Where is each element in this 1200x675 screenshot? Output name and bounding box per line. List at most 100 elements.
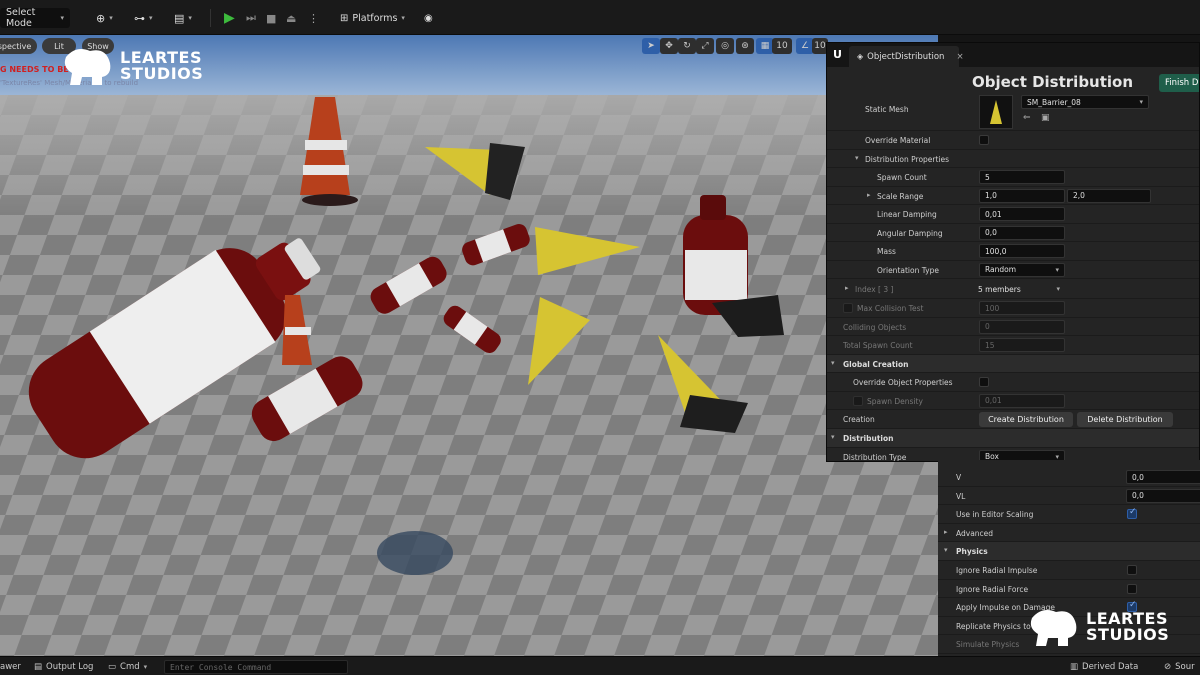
cinematics-button[interactable]: ▤ ▾ xyxy=(168,8,198,28)
grid-snap-value[interactable]: 10 xyxy=(772,38,792,54)
toolbar-divider xyxy=(210,9,211,27)
stop-icon: ■ xyxy=(266,11,277,25)
expand-right-icon[interactable]: ▸ xyxy=(867,191,871,199)
blueprint-button[interactable]: ⊶ ▾ xyxy=(128,8,159,28)
ignore-radial-force-checkbox[interactable] xyxy=(1127,583,1137,594)
select-mode-label: Select Mode xyxy=(6,7,36,29)
max-collision-row: Max Collision Test 100 xyxy=(827,299,1199,318)
derived-data-button[interactable]: ▥ Derived Data xyxy=(1070,660,1138,674)
v-label: V xyxy=(956,473,962,482)
surface-snap-icon[interactable]: ⊛ xyxy=(736,38,754,54)
scale-tool-icon[interactable]: ⤢ xyxy=(696,38,714,54)
total-spawn-row: Total Spawn Count 15 xyxy=(827,336,1199,355)
ignore-radial-force-label: Ignore Radial Force xyxy=(956,584,1029,594)
index-label: Index [ 3 ] xyxy=(855,285,894,294)
mass-row: Mass 100,0 xyxy=(827,242,1199,261)
physics-label: Physics xyxy=(956,547,988,557)
chevron-down-icon: ▾ xyxy=(188,14,192,22)
index-row[interactable]: ▸ Index [ 3 ] 5 members ▾ xyxy=(827,280,1199,299)
scale-max-input[interactable]: 2,0 xyxy=(1067,188,1151,203)
editor-scaling-checkbox[interactable] xyxy=(1127,507,1137,520)
lion-logo-icon xyxy=(1030,610,1077,646)
angular-damping-input[interactable]: 0,0 xyxy=(979,225,1065,240)
world-space-icon[interactable]: ◎ xyxy=(716,38,734,54)
close-icon[interactable]: × xyxy=(956,52,963,62)
mass-label: Mass xyxy=(877,247,896,256)
angular-damping-label: Angular Damping xyxy=(877,228,943,238)
platforms-label: Platforms xyxy=(352,12,398,24)
linear-damping-input[interactable]: 0,01 xyxy=(979,207,1065,221)
derived-data-label: Derived Data xyxy=(1082,662,1139,672)
max-collision-checkbox[interactable] xyxy=(843,303,853,313)
static-mesh-row: Static Mesh SM_Barrier_08 ▾ ⇐ ▣ xyxy=(827,93,1199,131)
use-selected-icon[interactable]: ⇐ xyxy=(1023,113,1031,123)
override-material-checkbox[interactable] xyxy=(979,135,989,145)
logo-line-2: STUDIOS xyxy=(120,64,204,83)
select-tool-icon[interactable]: ➤ xyxy=(642,38,660,54)
browse-icon[interactable]: ▣ xyxy=(1041,113,1050,123)
tab-object-distribution[interactable]: ◈ ObjectDistribution × xyxy=(849,46,964,67)
console-input[interactable]: Enter Console Command xyxy=(164,660,348,674)
mesh-thumbnail[interactable] xyxy=(979,95,1013,129)
replicate-physics-label: Replicate Physics to A xyxy=(956,621,1039,631)
select-mode-dropdown[interactable]: Select Mode ▾ xyxy=(0,7,70,29)
static-mesh-dropdown[interactable]: SM_Barrier_08 ▾ xyxy=(1021,95,1149,109)
vl-input[interactable]: 0,0 xyxy=(1126,488,1200,503)
simulate-physics-label: Simulate Physics xyxy=(956,640,1020,650)
orientation-type-dropdown[interactable]: Random ▾ xyxy=(979,262,1065,277)
cmd-dropdown[interactable]: ▭ Cmd ▾ xyxy=(108,660,147,674)
source-control-button[interactable]: ⊘ Sour xyxy=(1164,660,1195,674)
delete-distribution-button[interactable]: Delete Distribution xyxy=(1077,412,1173,427)
v-input[interactable]: 0,0 xyxy=(1126,470,1200,484)
chevron-down-icon: ▾ xyxy=(149,14,153,22)
ignore-radial-impulse-checkbox[interactable] xyxy=(1127,565,1137,575)
clapper-icon: ▤ xyxy=(174,11,185,25)
play-button[interactable]: ▶ xyxy=(218,8,241,28)
override-material-row: Override Material xyxy=(827,131,1199,150)
spawn-density-checkbox[interactable] xyxy=(853,395,863,406)
output-log-label: Output Log xyxy=(46,662,94,672)
mass-input[interactable]: 100,0 xyxy=(979,244,1065,258)
platforms-dropdown[interactable]: ⊞ Platforms ▾ xyxy=(334,8,411,28)
orientation-type-row: Orientation Type Random ▾ xyxy=(827,261,1199,279)
settings-button[interactable]: ◉ xyxy=(418,8,439,28)
linear-damping-row: Linear Damping 0,01 xyxy=(827,205,1199,224)
spawn-density-input[interactable]: 0,01 xyxy=(979,393,1065,408)
chevron-down-icon: ▾ xyxy=(60,14,64,22)
advance-frame-button[interactable]: ⏭ xyxy=(240,8,262,28)
play-options-button[interactable]: ⋮ xyxy=(302,8,325,28)
perspective-label: spective xyxy=(0,41,32,51)
spawn-count-input[interactable]: 5 xyxy=(979,170,1065,184)
distribution-properties-row[interactable]: ▾ Distribution Properties xyxy=(827,150,1199,168)
vl-label: VL xyxy=(956,491,966,501)
content-drawer-button[interactable]: awer xyxy=(0,660,21,674)
add-actor-button[interactable]: ⊕ ▾ xyxy=(90,8,119,28)
editor-scaling-row: Use in Editor Scaling xyxy=(938,505,1200,524)
creation-row: Creation Create Distribution Delete Dist… xyxy=(827,410,1199,429)
distribution-properties-label: Distribution Properties xyxy=(865,154,950,164)
rotate-tool-icon[interactable]: ↻ xyxy=(678,38,696,54)
vl-row: VL 0,0 xyxy=(938,487,1200,506)
index-members-dropdown[interactable]: 5 members ▾ xyxy=(973,282,1065,296)
eject-button[interactable]: ⏏ xyxy=(280,8,302,28)
leartes-logo-bottom: LEARTES STUDIOS xyxy=(1028,606,1169,648)
source-control-label: Sour xyxy=(1175,662,1195,672)
physics-section[interactable]: ▾ Physics xyxy=(938,542,1200,561)
perspective-button[interactable]: spective xyxy=(0,38,37,54)
finish-distribution-button[interactable]: Finish Distribution xyxy=(1159,74,1199,92)
distribution-label: Distribution xyxy=(843,434,894,443)
content-drawer-label: awer xyxy=(0,662,21,672)
create-distribution-button[interactable]: Create Distribution xyxy=(979,412,1073,427)
advanced-row[interactable]: ▸ Advanced xyxy=(938,524,1200,543)
output-log-button[interactable]: ▤ Output Log xyxy=(34,660,93,674)
level-viewport[interactable]: spective Lit Show G NEEDS TO BE REBUILT … xyxy=(0,35,938,656)
global-creation-section[interactable]: ▾ Global Creation xyxy=(827,354,1199,373)
move-tool-icon[interactable]: ✥ xyxy=(660,38,678,54)
platforms-icon: ⊞ xyxy=(340,12,349,24)
distribution-section[interactable]: ▾ Distribution xyxy=(827,429,1199,448)
cmd-label: Cmd xyxy=(120,662,140,672)
override-object-props-checkbox[interactable] xyxy=(979,377,989,387)
max-collision-input[interactable]: 100 xyxy=(979,301,1065,315)
scale-min-input[interactable]: 1,0 xyxy=(979,188,1065,203)
object-shadow xyxy=(377,531,453,575)
